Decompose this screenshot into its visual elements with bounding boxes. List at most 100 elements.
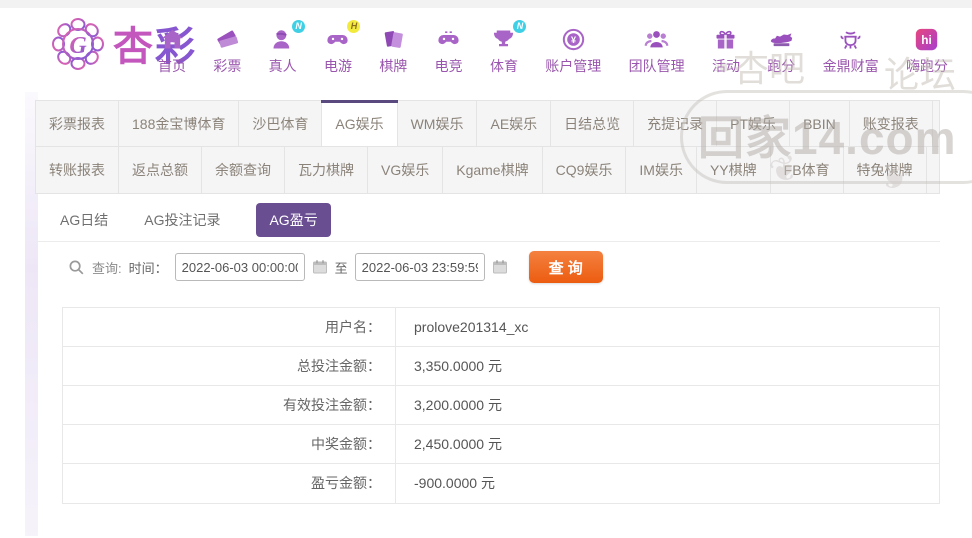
tab-lottery-report[interactable]: 彩票报表 xyxy=(36,101,119,146)
nav-item-activity[interactable]: 活动 xyxy=(712,24,740,76)
top-strip xyxy=(0,0,972,8)
nav-label: 活动 xyxy=(711,58,740,74)
nav-item-esports[interactable]: 电竞 xyxy=(435,24,463,76)
tab-deposit-withdraw-records[interactable]: 充提记录 xyxy=(634,101,718,146)
nav-item-chess[interactable]: 棋牌 xyxy=(379,24,407,76)
query-bar: 查询: 时间： 至 查 询 xyxy=(68,251,603,283)
home-icon xyxy=(159,24,186,54)
to-label: 至 xyxy=(334,260,348,276)
subtab-divider xyxy=(35,241,940,242)
tab-wali-chess[interactable]: 瓦力棋牌 xyxy=(285,147,368,193)
coin-icon: ¥ xyxy=(560,24,587,54)
nav-label: 电竞 xyxy=(434,58,463,74)
new-badge: N xyxy=(513,20,527,33)
nav-item-hi-paofen[interactable]: hi 嗨跑分 xyxy=(906,24,948,76)
query-button[interactable]: 查 询 xyxy=(528,251,603,283)
query-label: 查询: xyxy=(92,260,122,276)
esports-gamepad-icon xyxy=(435,24,462,54)
row-username: 用户名： prolove201314_xc xyxy=(63,308,939,347)
tab-ag-active[interactable]: AG娱乐 xyxy=(321,100,398,146)
svg-text:G: G xyxy=(69,33,87,59)
row-total-bet: 总投注金额： 3,350.0000 元 xyxy=(63,347,939,386)
tabs-row-1: 彩票报表 188金宝博体育 沙巴体育 AG娱乐 WM娱乐 AE娱乐 日结总览 充… xyxy=(36,100,939,147)
trophy-icon: N xyxy=(490,20,527,54)
tab-account-change-report[interactable]: 账变报表 xyxy=(850,101,933,146)
tab-daily-summary[interactable]: 日结总览 xyxy=(551,101,635,146)
report-tabs: 彩票报表 188金宝博体育 沙巴体育 AG娱乐 WM娱乐 AE娱乐 日结总览 充… xyxy=(35,100,940,194)
nav-item-paofen[interactable]: 跑分 xyxy=(767,24,795,76)
nav-label: 彩票 xyxy=(213,58,242,74)
nav-item-live[interactable]: N 真人 xyxy=(268,20,306,76)
hot-badge: H xyxy=(347,20,361,33)
row-value: 3,200.0000 元 xyxy=(395,386,939,424)
logo-emblem-icon: G xyxy=(50,16,106,77)
calendar-icon[interactable] xyxy=(492,259,508,275)
nav-label: 首页 xyxy=(158,58,186,74)
subtab-ag-bet-records[interactable]: AG投注记录 xyxy=(144,210,220,230)
time-label: 时间： xyxy=(128,260,168,276)
nav-label: 电游 xyxy=(323,58,352,74)
tab-wm[interactable]: WM娱乐 xyxy=(398,101,478,146)
nav-label: 棋牌 xyxy=(379,58,408,74)
subtab-ag-profit-active[interactable]: AG盈亏 xyxy=(256,203,331,237)
tab-shaba-sports[interactable]: 沙巴体育 xyxy=(239,101,323,146)
nav-item-team-manage[interactable]: 团队管理 xyxy=(629,24,685,76)
rhino-logo-icon xyxy=(768,24,795,54)
tab-balance-query[interactable]: 余额查询 xyxy=(202,147,285,193)
subtab-ag-daily[interactable]: AG日结 xyxy=(60,210,108,230)
tab-188-sports[interactable]: 188金宝博体育 xyxy=(119,101,240,146)
nav-item-egames[interactable]: H 电游 xyxy=(323,20,361,76)
row-label: 中奖金额： xyxy=(311,436,381,452)
gamepad-icon: H xyxy=(324,20,361,54)
tabs-row-2: 转账报表 返点总额 余额查询 瓦力棋牌 VG娱乐 Kgame棋牌 CQ9娱乐 I… xyxy=(36,147,939,193)
svg-text:hi: hi xyxy=(922,33,932,47)
nav-item-jinding-wealth[interactable]: 金鼎财富 xyxy=(823,24,879,76)
cards-icon xyxy=(380,24,407,54)
row-label: 用户名： xyxy=(325,319,381,335)
tab-terabbit-chess[interactable]: 特兔棋牌 xyxy=(844,147,927,193)
live-person-icon: N xyxy=(269,20,306,54)
start-date-input[interactable] xyxy=(174,253,305,281)
row-profit-amount: 盈亏金额： -900.0000 元 xyxy=(63,464,939,503)
nav-item-account-manage[interactable]: ¥ 账户管理 xyxy=(545,24,601,76)
tab-fb-sports[interactable]: FB体育 xyxy=(771,147,844,193)
tab-pt[interactable]: PT娱乐 xyxy=(717,101,791,146)
tab-ae[interactable]: AE娱乐 xyxy=(477,101,552,146)
tickets-icon xyxy=(214,24,241,54)
team-icon xyxy=(643,24,670,54)
row-value: 3,350.0000 元 xyxy=(395,347,939,385)
tab-kgame-chess[interactable]: Kgame棋牌 xyxy=(443,147,543,193)
nav-label: 账户管理 xyxy=(545,58,602,74)
main-nav: 首页 彩票 N 真人 H 电游 棋牌 电竞 N 体育 ¥ 账户管理 团队管理 活… xyxy=(158,20,948,76)
ag-profit-table: 用户名： prolove201314_xc 总投注金额： 3,350.0000 … xyxy=(62,307,940,504)
tab-bbin[interactable]: BBIN xyxy=(790,101,850,146)
new-badge: N xyxy=(292,20,306,33)
tab-vg[interactable]: VG娱乐 xyxy=(368,147,444,193)
search-icon xyxy=(68,259,85,276)
nav-item-lottery[interactable]: 彩票 xyxy=(213,24,241,76)
nav-label: 跑分 xyxy=(767,58,796,74)
nav-label: 嗨跑分 xyxy=(905,58,948,74)
page: G 杏彩 首页 彩票 xyxy=(0,0,972,538)
hi-app-icon: hi xyxy=(913,24,940,54)
row-label: 有效投注金额： xyxy=(283,397,381,413)
nav-item-home[interactable]: 首页 xyxy=(158,24,186,76)
end-date-input[interactable] xyxy=(354,253,485,281)
row-value: -900.0000 元 xyxy=(395,464,939,503)
row-valid-bet: 有效投注金额： 3,200.0000 元 xyxy=(63,386,939,425)
tab-rebate-total[interactable]: 返点总额 xyxy=(119,147,202,193)
row-label: 盈亏金额： xyxy=(311,475,381,491)
svg-text:¥: ¥ xyxy=(571,34,576,44)
calendar-icon[interactable] xyxy=(312,259,328,275)
nav-label: 真人 xyxy=(268,58,297,74)
tab-yy-chess[interactable]: YY棋牌 xyxy=(697,147,771,193)
tab-cq9[interactable]: CQ9娱乐 xyxy=(543,147,627,193)
tab-im[interactable]: IM娱乐 xyxy=(626,147,697,193)
row-value: prolove201314_xc xyxy=(395,308,939,346)
nav-label: 团队管理 xyxy=(628,58,685,74)
nav-item-sports[interactable]: N 体育 xyxy=(490,20,527,76)
row-value: 2,450.0000 元 xyxy=(395,425,939,463)
tab-transfer-report[interactable]: 转账报表 xyxy=(36,147,119,193)
gift-icon xyxy=(712,24,739,54)
header: G 杏彩 首页 彩票 xyxy=(0,8,972,92)
